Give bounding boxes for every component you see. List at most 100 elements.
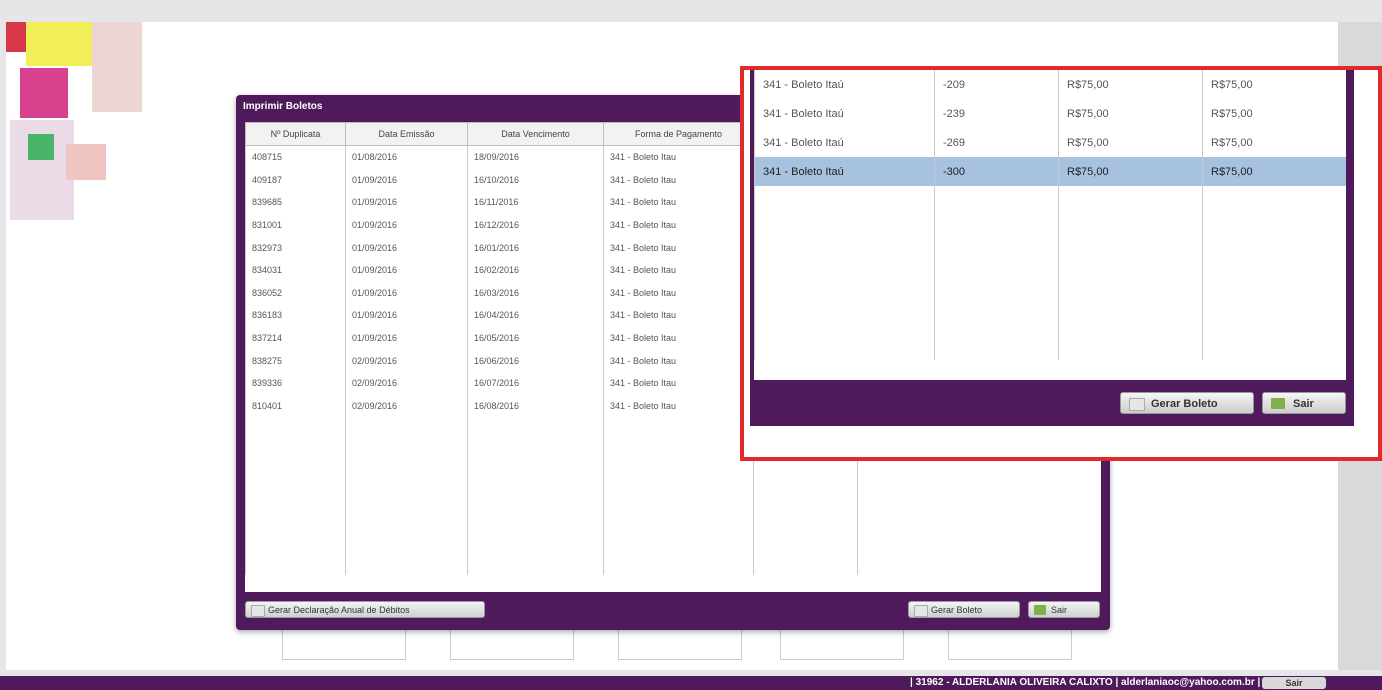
table-row[interactable] — [754, 302, 1346, 331]
table-row[interactable] — [245, 462, 1101, 485]
table-row[interactable] — [245, 507, 1101, 531]
table-cell — [934, 215, 1059, 244]
table-cell: 16/01/2016 — [467, 236, 604, 259]
table-row[interactable] — [754, 273, 1346, 302]
table-cell: 01/09/2016 — [345, 236, 468, 259]
table-cell — [245, 417, 346, 440]
table-cell: 839336 — [245, 371, 346, 395]
column-header[interactable]: Data Emissão — [345, 122, 468, 146]
column-header[interactable]: Nº Duplicata — [245, 122, 346, 146]
table-row[interactable]: 341 - Boleto Itaú -239 R$75,00 R$75,00 — [754, 99, 1346, 128]
table-cell: 18/09/2016 — [467, 145, 604, 169]
document-icon — [914, 605, 928, 617]
table-cell — [753, 530, 858, 553]
table-cell — [245, 462, 346, 485]
table-cell — [934, 273, 1059, 302]
table-row[interactable]: 341 - Boleto Itaú -269 R$75,00 R$75,00 — [754, 128, 1346, 157]
logo-fragment — [92, 22, 142, 112]
table-row[interactable] — [754, 331, 1346, 360]
table-cell — [857, 552, 1101, 576]
table-cell: 01/08/2016 — [345, 145, 468, 169]
table-cell — [467, 439, 604, 463]
table-cell: 836183 — [245, 304, 346, 327]
table-cell — [754, 215, 935, 244]
table-row[interactable]: 341 - Boleto Itaú -300 R$75,00 R$75,00 — [754, 157, 1346, 186]
table-cell — [603, 530, 754, 553]
table-cell: 341 - Boleto Itau — [603, 326, 754, 350]
logo-fragment — [20, 68, 68, 118]
table-cell: 341 - Boleto Itaú — [754, 157, 935, 186]
table-cell — [754, 331, 935, 360]
table-cell: 01/09/2016 — [345, 258, 468, 282]
table-cell: 341 - Boleto Itau — [603, 281, 754, 305]
column-header[interactable]: Forma de Pagamento — [603, 122, 754, 146]
table-row[interactable] — [245, 530, 1101, 553]
table-cell — [1202, 331, 1346, 360]
table-cell: 341 - Boleto Itau — [603, 349, 754, 372]
column-header[interactable]: Data Vencimento — [467, 122, 604, 146]
table-cell: R$75,00 — [1058, 157, 1203, 186]
table-cell — [245, 552, 346, 576]
table-cell: 01/09/2016 — [345, 281, 468, 305]
table-cell: 01/09/2016 — [345, 304, 468, 327]
table-cell: 01/09/2016 — [345, 213, 468, 237]
table-cell: 16/11/2016 — [467, 191, 604, 214]
table-row[interactable]: 341 - Boleto Itaú -209 R$75,00 R$75,00 — [754, 70, 1346, 99]
logo-fragment — [66, 144, 106, 180]
table-cell: R$75,00 — [1202, 128, 1346, 157]
footer-user-info: | 31962 - ALDERLANIA OLIVEIRA CALIXTO | … — [910, 677, 1292, 688]
table-cell — [934, 244, 1059, 273]
table-cell — [245, 507, 346, 531]
table-cell — [245, 439, 346, 463]
footer-sair-button[interactable]: Sair — [1262, 677, 1326, 689]
background-tile — [780, 625, 904, 660]
table-cell: -300 — [934, 157, 1059, 186]
table-cell — [603, 507, 754, 531]
zoom-gerar-boleto-label: Gerar Boleto — [1151, 398, 1218, 410]
table-cell — [345, 417, 468, 440]
table-cell: 01/09/2016 — [345, 168, 468, 192]
table-cell: 341 - Boleto Itau — [603, 258, 754, 282]
table-cell: 16/10/2016 — [467, 168, 604, 192]
table-cell: 341 - Boleto Itaú — [754, 99, 935, 128]
table-cell — [857, 507, 1101, 531]
table-cell — [934, 331, 1059, 360]
gerar-boleto-button[interactable]: Gerar Boleto — [908, 601, 1020, 618]
table-cell: R$75,00 — [1058, 128, 1203, 157]
table-cell: 16/04/2016 — [467, 304, 604, 327]
zoom-sair-label: Sair — [1293, 398, 1314, 410]
table-cell: 832973 — [245, 236, 346, 259]
table-row[interactable] — [245, 484, 1101, 508]
table-cell: -239 — [934, 99, 1059, 128]
table-row[interactable] — [754, 244, 1346, 273]
zoom-sair-button[interactable]: Sair — [1262, 392, 1346, 414]
table-cell: 16/03/2016 — [467, 281, 604, 305]
table-cell — [1058, 302, 1203, 331]
table-cell — [345, 552, 468, 576]
background-tile — [450, 625, 574, 660]
table-cell: 836052 — [245, 281, 346, 305]
table-cell — [345, 439, 468, 463]
table-cell — [467, 462, 604, 485]
table-row[interactable] — [754, 215, 1346, 244]
table-cell — [467, 484, 604, 508]
zoom-gerar-boleto-button[interactable]: Gerar Boleto — [1120, 392, 1254, 414]
table-cell — [345, 507, 468, 531]
table-cell — [753, 507, 858, 531]
table-cell — [345, 462, 468, 485]
gerar-declaracao-button[interactable]: Gerar Declaração Anual de Débitos — [245, 601, 485, 618]
table-cell — [467, 507, 604, 531]
background-tile — [282, 625, 406, 660]
table-cell — [934, 302, 1059, 331]
table-cell: 02/09/2016 — [345, 349, 468, 372]
table-cell: 02/09/2016 — [345, 371, 468, 395]
table-cell: 837214 — [245, 326, 346, 350]
table-cell: 341 - Boleto Itau — [603, 191, 754, 214]
zoom-panel: 341 - Boleto Itaú -209 R$75,00 R$75,00 341 -… — [750, 70, 1354, 426]
table-row[interactable] — [754, 186, 1346, 215]
table-cell — [603, 552, 754, 576]
table-row[interactable] — [245, 552, 1101, 576]
table-cell — [857, 530, 1101, 553]
sair-button[interactable]: Sair — [1028, 601, 1100, 618]
table-cell: R$75,00 — [1202, 70, 1346, 99]
